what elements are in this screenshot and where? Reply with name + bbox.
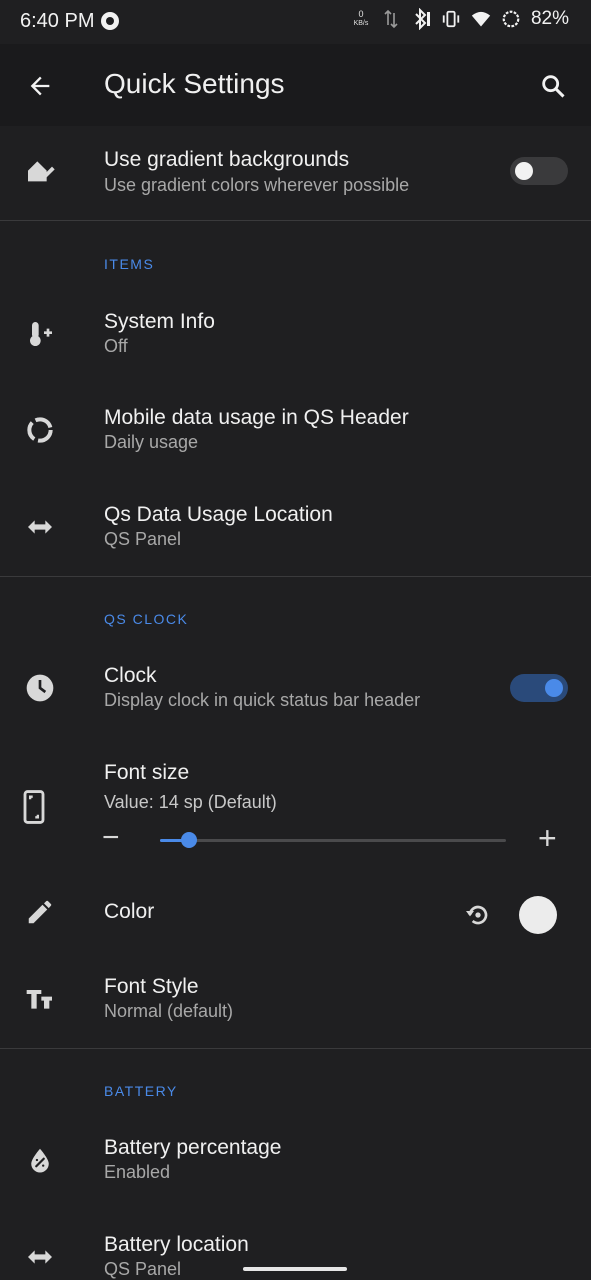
battery-location-subtitle: QS Panel <box>104 1259 182 1279</box>
font-size-title: Font size <box>104 761 190 784</box>
gradient-toggle-thumb <box>515 162 533 180</box>
list-item-mobile-data-usage[interactable]: Mobile data usage in QS Header Daily usa… <box>0 386 591 474</box>
qs-data-usage-location-subtitle: QS Panel <box>104 529 182 549</box>
color-swatch[interactable] <box>519 896 557 934</box>
back-button[interactable] <box>20 66 60 106</box>
search-button[interactable] <box>533 66 573 106</box>
mobile-data-usage-title: Mobile data usage in QS Header <box>104 406 409 429</box>
arrow-back-icon <box>30 76 50 96</box>
clock-subtitle: Display clock in quick status bar header <box>104 690 421 710</box>
section-header-battery: BATTERY <box>104 1083 178 1099</box>
format-paint-icon <box>22 154 58 190</box>
font-size-decrease-button[interactable]: − <box>102 823 120 853</box>
clock-toggle-thumb <box>545 679 563 697</box>
battery-circle-icon <box>501 8 521 30</box>
clock-toggle[interactable] <box>510 674 568 702</box>
divider <box>0 220 591 221</box>
font-size-slider[interactable] <box>160 832 506 848</box>
text-fields-icon <box>22 980 58 1016</box>
battery-percentage-title: Battery percentage <box>104 1136 282 1159</box>
data-arrows-icon <box>381 8 401 30</box>
net-speed-unit: KB/s <box>353 20 369 27</box>
font-style-title: Font Style <box>104 975 199 998</box>
reset-color-button[interactable] <box>460 897 496 933</box>
status-bar: 6:40 PM 0 KB/s 82% <box>0 0 591 44</box>
clock-icon <box>22 670 58 706</box>
font-style-setting-row[interactable]: Font Style Normal (default) <box>0 958 591 1040</box>
app-bar: Quick Settings <box>0 44 591 126</box>
section-header-qs-clock: QS CLOCK <box>104 611 189 627</box>
list-item-system-info[interactable]: System Info Off <box>0 290 591 378</box>
thermometer-plus-icon <box>22 316 58 352</box>
swap-horiz-icon <box>22 1239 58 1275</box>
font-size-value: Value: 14 sp (Default) <box>104 792 277 812</box>
swap-horiz-icon <box>22 509 58 545</box>
gradient-subtitle: Use gradient colors wherever possible <box>104 175 410 195</box>
bluetooth-icon <box>411 8 431 30</box>
net-speed: 0 KB/s <box>351 10 371 28</box>
section-header-items: ITEMS <box>104 256 155 272</box>
system-info-subtitle: Off <box>104 336 128 356</box>
list-item-qs-data-usage-location[interactable]: Qs Data Usage Location QS Panel <box>0 483 591 571</box>
battery-percentage-subtitle: Enabled <box>104 1162 171 1182</box>
battery-drop-icon <box>22 1142 58 1178</box>
data-usage-icon <box>22 412 58 448</box>
clock-title: Clock <box>104 664 157 687</box>
color-title: Color <box>104 900 155 923</box>
divider <box>0 1048 591 1049</box>
list-item-battery-percentage[interactable]: Battery percentage Enabled <box>0 1118 591 1206</box>
qs-data-usage-location-title: Qs Data Usage Location <box>104 503 333 526</box>
status-time: 6:40 PM <box>20 10 95 32</box>
reset-icon <box>466 905 488 925</box>
font-size-setting: Font size Value: 14 sp (Default) − + <box>0 745 591 865</box>
system-info-title: System Info <box>104 310 215 333</box>
vibrate-icon <box>441 8 461 30</box>
font-size-slider-thumb[interactable] <box>181 832 197 848</box>
home-indicator[interactable] <box>243 1267 347 1271</box>
font-size-increase-button[interactable]: + <box>538 822 557 854</box>
battery-location-title: Battery location <box>104 1233 249 1256</box>
mobile-data-usage-subtitle: Daily usage <box>104 432 199 452</box>
search-icon <box>542 75 565 98</box>
gradient-title: Use gradient backgrounds <box>104 148 350 171</box>
pencil-icon <box>22 894 58 930</box>
gradient-toggle[interactable] <box>510 157 568 185</box>
gradient-setting-row[interactable]: Use gradient backgrounds Use gradient co… <box>0 126 591 220</box>
color-setting-row[interactable]: Color <box>0 880 591 950</box>
font-style-subtitle: Normal (default) <box>104 1001 234 1021</box>
divider <box>0 576 591 577</box>
net-speed-value: 0 <box>358 9 364 19</box>
battery-percent: 82% <box>530 8 569 29</box>
screen-record-icon <box>101 12 119 30</box>
phone-screen-icon <box>16 789 52 825</box>
page-title: Quick Settings <box>104 68 285 99</box>
clock-setting-row[interactable]: Clock Display clock in quick status bar … <box>0 646 591 734</box>
status-icons: 0 KB/s 82% <box>351 8 569 30</box>
wifi-icon <box>471 8 491 30</box>
